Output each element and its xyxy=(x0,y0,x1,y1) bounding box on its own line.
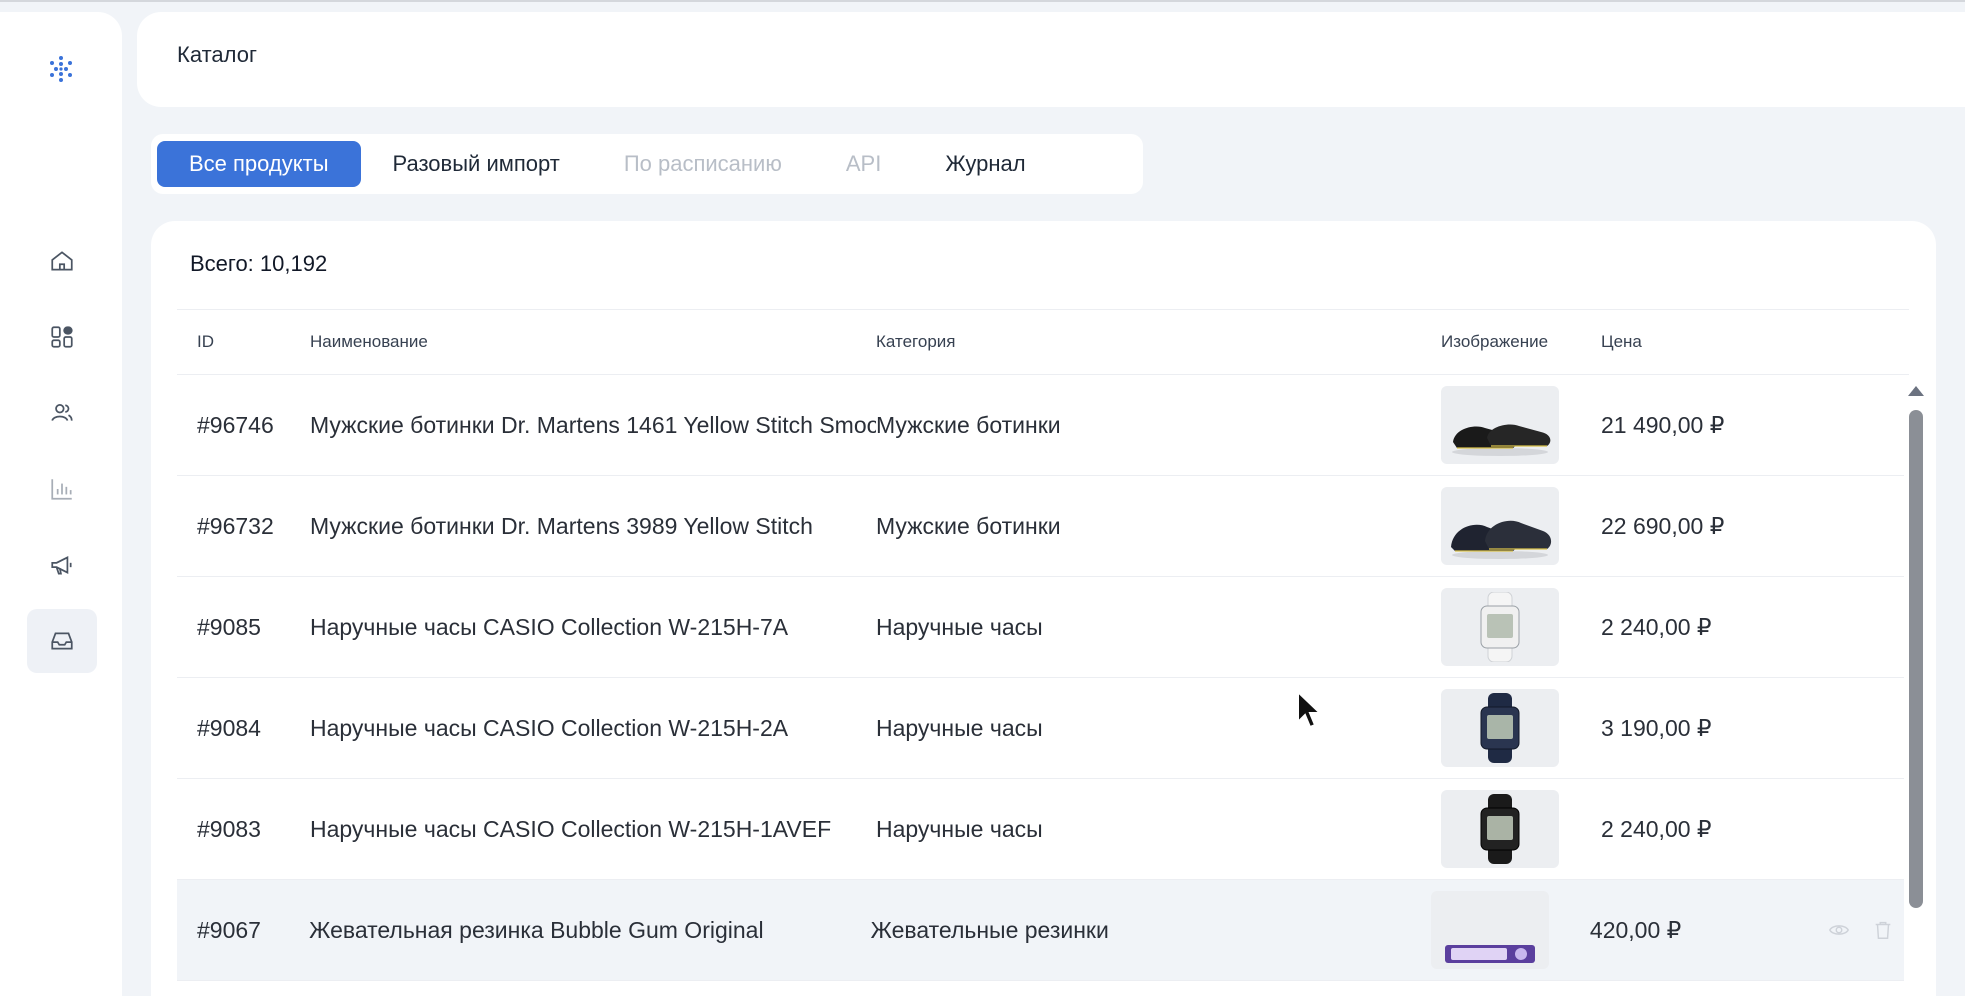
row-category: Наручные часы xyxy=(876,613,1043,640)
sidebar-item-dashboard[interactable] xyxy=(27,305,97,369)
sidebar-item-analytics[interactable] xyxy=(27,457,97,521)
row-price: 21 490,00 ₽ xyxy=(1601,411,1725,438)
product-image[interactable] xyxy=(1441,790,1559,868)
row-id: #9084 xyxy=(197,714,261,741)
row-price: 22 690,00 ₽ xyxy=(1601,512,1725,539)
sidebar-item-marketing[interactable] xyxy=(27,533,97,597)
tab-all-products[interactable]: Все продукты xyxy=(157,141,361,187)
sidebar-item-home[interactable] xyxy=(27,229,97,293)
users-icon xyxy=(51,404,73,421)
eye-icon[interactable] xyxy=(1828,919,1850,941)
row-name: Мужские ботинки Dr. Martens 1461 Yellow … xyxy=(310,411,876,438)
tab-one-time-import[interactable]: Разовый импорт xyxy=(361,141,592,187)
logo-icon[interactable] xyxy=(46,54,76,84)
total-count: Всего: 10,192 xyxy=(190,251,328,276)
product-image[interactable] xyxy=(1441,487,1559,565)
watch-image xyxy=(1480,693,1520,763)
sidebar-item-catalog[interactable] xyxy=(27,609,97,673)
row-name: Мужские ботинки Dr. Martens 3989 Yellow … xyxy=(310,512,813,539)
header-image[interactable]: Изображение xyxy=(1441,332,1601,352)
top-divider xyxy=(0,0,1965,2)
page-header: Каталог xyxy=(137,12,1965,107)
row-id: #9085 xyxy=(197,613,261,640)
table-row[interactable]: #96732 Мужские ботинки Dr. Martens 3989 … xyxy=(177,476,1904,577)
mouse-cursor-icon xyxy=(1297,690,1323,729)
shoes-image xyxy=(1452,424,1551,456)
row-name: Наручные часы CASIO Collection W-215H-1A… xyxy=(310,815,832,842)
row-name: Наручные часы CASIO Collection W-215H-7A xyxy=(310,613,789,640)
header-category[interactable]: Категория xyxy=(876,332,1441,352)
tab-journal[interactable]: Журнал xyxy=(913,141,1057,187)
watch-image xyxy=(1480,794,1520,864)
row-id: #96732 xyxy=(197,512,274,539)
row-category: Жевательные резинки xyxy=(870,916,1109,943)
scroll-up-arrow-icon[interactable] xyxy=(1908,386,1924,396)
row-name: Жевательная резинка Bubble Gum Original xyxy=(309,916,764,943)
row-id: #9067 xyxy=(197,916,261,943)
row-category: Мужские ботинки xyxy=(876,512,1061,539)
row-price: 420,00 ₽ xyxy=(1589,916,1682,943)
table-header: ID Наименование Категория Изображение Це… xyxy=(177,309,1909,375)
sidebar xyxy=(0,12,122,996)
gum-image xyxy=(1445,945,1536,963)
row-price: 2 240,00 ₽ xyxy=(1601,815,1712,842)
table-row[interactable]: #9067 Жевательная резинка Bubble Gum Ori… xyxy=(177,880,1904,981)
row-name: Наручные часы CASIO Collection W-215H-2A xyxy=(310,714,789,741)
table-row[interactable]: #96746 Мужские ботинки Dr. Martens 1461 … xyxy=(177,375,1904,476)
tab-api[interactable]: API xyxy=(814,141,913,187)
product-image[interactable] xyxy=(1441,386,1559,464)
page-title: Каталог xyxy=(177,42,257,67)
header-name[interactable]: Наименование xyxy=(310,332,876,352)
scroll-thumb[interactable] xyxy=(1909,410,1923,908)
row-price: 3 190,00 ₽ xyxy=(1601,714,1712,741)
row-id: #96746 xyxy=(197,411,274,438)
table-row[interactable]: #9084 Наручные часы CASIO Collection W-2… xyxy=(177,678,1904,779)
row-price: 2 240,00 ₽ xyxy=(1601,613,1712,640)
products-card: Всего: 10,192 ID Наименование Категория … xyxy=(151,221,1936,996)
sidebar-item-users[interactable] xyxy=(27,381,97,445)
home-icon xyxy=(51,251,73,271)
header-id[interactable]: ID xyxy=(177,332,310,352)
bar-chart-icon xyxy=(51,479,72,500)
megaphone-icon xyxy=(51,556,72,575)
products-table: ID Наименование Категория Изображение Це… xyxy=(177,309,1909,981)
header-price[interactable]: Цена xyxy=(1601,332,1841,352)
shoes-image xyxy=(1451,520,1552,559)
watch-image xyxy=(1480,592,1520,662)
product-image[interactable] xyxy=(1441,588,1559,666)
table-scrollbar[interactable] xyxy=(1905,378,1925,908)
product-image[interactable] xyxy=(1441,689,1559,767)
row-category: Наручные часы xyxy=(876,714,1043,741)
tab-scheduled[interactable]: По расписанию xyxy=(592,141,814,187)
table-row[interactable]: #9083 Наручные часы CASIO Collection W-2… xyxy=(177,779,1904,880)
dashboard-icon xyxy=(51,326,73,348)
inbox-icon xyxy=(51,632,73,650)
tab-bar: Все продукты Разовый импорт По расписани… xyxy=(151,134,1143,194)
row-category: Наручные часы xyxy=(876,815,1043,842)
trash-icon[interactable] xyxy=(1872,919,1894,941)
table-row[interactable]: #9085 Наручные часы CASIO Collection W-2… xyxy=(177,577,1904,678)
product-image[interactable] xyxy=(1431,891,1550,969)
row-id: #9083 xyxy=(197,815,261,842)
row-category: Мужские ботинки xyxy=(876,411,1061,438)
